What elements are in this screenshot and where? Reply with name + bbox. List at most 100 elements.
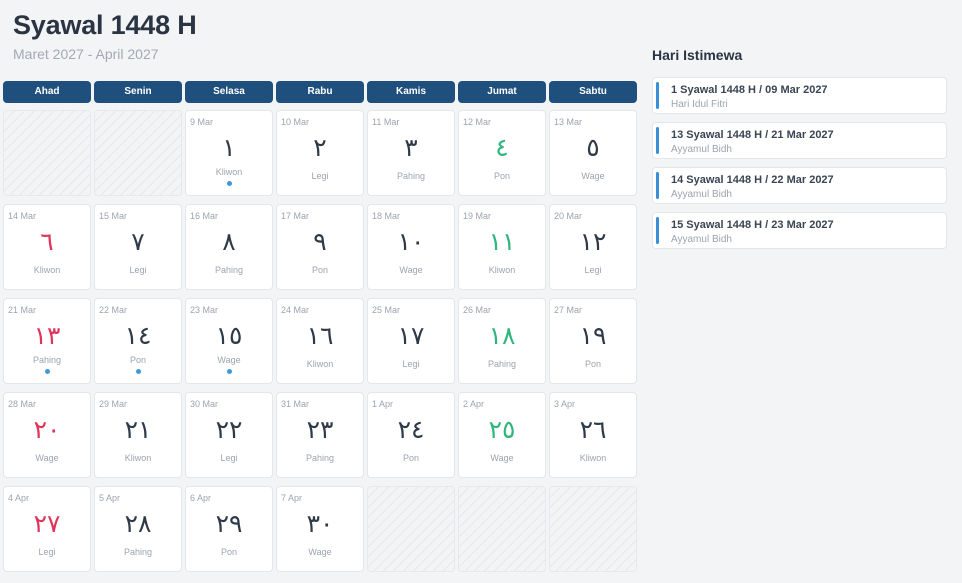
event-accent-bar	[656, 127, 659, 154]
pasaran-label: Pon	[311, 265, 328, 275]
pasaran-label: Pon	[129, 355, 146, 365]
day-cell[interactable]: 1 Apr ٢٤ Pon	[367, 392, 455, 478]
pasaran-label: Wage	[217, 355, 241, 365]
day-cell[interactable]: 15 Mar ٧ Legi	[94, 204, 182, 290]
day-cell[interactable]: 29 Mar ٢١ Kliwon	[94, 392, 182, 478]
special-day-name: Ayyamul Bidh	[671, 144, 732, 155]
special-day-date: 13 Syawal 1448 H / 21 Mar 2027	[671, 129, 834, 141]
special-days-title: Hari Istimewa	[652, 47, 743, 63]
day-cell[interactable]: 6 Apr ٢٩ Pon	[185, 486, 273, 572]
day-cell[interactable]: 12 Mar ٤ Pon	[458, 110, 546, 196]
day-cell[interactable]: 28 Mar ٢٠ Wage	[3, 392, 91, 478]
hijri-day-number: ١	[222, 133, 236, 162]
pasaran-label: Kliwon	[124, 453, 152, 463]
day-cell[interactable]: 4 Apr ٢٧ Legi	[3, 486, 91, 572]
pasaran-label: Legi	[311, 171, 329, 181]
pasaran-label: Pahing	[487, 359, 517, 369]
day-cell[interactable]: 2 Apr ٢٥ Wage	[458, 392, 546, 478]
gregorian-date: 1 Apr	[372, 399, 394, 409]
special-day-item[interactable]: 13 Syawal 1448 H / 21 Mar 2027 Ayyamul Bi…	[652, 122, 947, 159]
gregorian-date: 27 Mar	[554, 305, 583, 315]
day-cell[interactable]: 31 Mar ٢٣ Pahing	[276, 392, 364, 478]
hijri-day-number: ١٣	[33, 321, 61, 350]
day-cell[interactable]: 11 Mar ٣ Pahing	[367, 110, 455, 196]
gregorian-date: 17 Mar	[281, 211, 310, 221]
hijri-day-number: ٢٥	[488, 415, 516, 444]
pasaran-label: Wage	[399, 265, 423, 275]
gregorian-date: 21 Mar	[8, 305, 37, 315]
gregorian-date: 9 Mar	[190, 117, 214, 127]
hijri-day-number: ٢	[313, 133, 327, 162]
day-cell[interactable]: 26 Mar ١٨ Pahing	[458, 298, 546, 384]
day-cell[interactable]: 14 Mar ٦ Kliwon	[3, 204, 91, 290]
day-cell[interactable]: 13 Mar ٥ Wage	[549, 110, 637, 196]
pasaran-label: Pon	[402, 453, 419, 463]
pasaran-label: Wage	[581, 171, 605, 181]
hijri-day-number: ٢٦	[579, 415, 607, 444]
weekday-header-ahad: Ahad	[3, 81, 91, 103]
day-cell[interactable]: 23 Mar ١٥ Wage	[185, 298, 273, 384]
empty-day-cell	[3, 110, 91, 196]
day-cell[interactable]: 19 Mar ١١ Kliwon	[458, 204, 546, 290]
special-day-date: 15 Syawal 1448 H / 23 Mar 2027	[671, 219, 834, 231]
pasaran-label: Legi	[38, 547, 56, 557]
day-cell[interactable]: 22 Mar ١٤ Pon	[94, 298, 182, 384]
pasaran-label: Wage	[490, 453, 514, 463]
pasaran-label: Legi	[220, 453, 238, 463]
empty-day-cell	[367, 486, 455, 572]
empty-day-cell	[549, 486, 637, 572]
special-day-name: Ayyamul Bidh	[671, 234, 732, 245]
day-cell[interactable]: 10 Mar ٢ Legi	[276, 110, 364, 196]
pasaran-label: Kliwon	[215, 167, 243, 177]
hijri-day-number: ١٠	[397, 227, 425, 256]
weekday-header-sabtu: Sabtu	[549, 81, 637, 103]
day-cell[interactable]: 24 Mar ١٦ Kliwon	[276, 298, 364, 384]
day-cell[interactable]: 17 Mar ٩ Pon	[276, 204, 364, 290]
gregorian-date: 30 Mar	[190, 399, 219, 409]
hijri-day-number: ٨	[222, 227, 236, 256]
day-cell[interactable]: 21 Mar ١٣ Pahing	[3, 298, 91, 384]
gregorian-date: 20 Mar	[554, 211, 583, 221]
event-dot-icon	[227, 181, 232, 186]
special-day-item[interactable]: 1 Syawal 1448 H / 09 Mar 2027 Hari Idul F…	[652, 77, 947, 114]
pasaran-label: Kliwon	[579, 453, 607, 463]
gregorian-date: 22 Mar	[99, 305, 128, 315]
hijri-day-number: ٢٧	[33, 509, 61, 538]
event-dot-icon	[45, 369, 50, 374]
special-day-item[interactable]: 14 Syawal 1448 H / 22 Mar 2027 Ayyamul Bi…	[652, 167, 947, 204]
day-cell[interactable]: 16 Mar ٨ Pahing	[185, 204, 273, 290]
pasaran-label: Pon	[493, 171, 510, 181]
special-day-date: 14 Syawal 1448 H / 22 Mar 2027	[671, 174, 834, 186]
gregorian-date: 3 Apr	[554, 399, 576, 409]
day-cell[interactable]: 20 Mar ١٢ Legi	[549, 204, 637, 290]
pasaran-label: Pon	[220, 547, 237, 557]
day-cell[interactable]: 18 Mar ١٠ Wage	[367, 204, 455, 290]
hijri-day-number: ١٦	[306, 321, 334, 350]
hijri-day-number: ٢٠	[33, 415, 61, 444]
hijri-day-number: ١٧	[397, 321, 425, 350]
special-day-item[interactable]: 15 Syawal 1448 H / 23 Mar 2027 Ayyamul Bi…	[652, 212, 947, 249]
empty-day-cell	[94, 110, 182, 196]
event-accent-bar	[656, 217, 659, 244]
gregorian-date: 12 Mar	[463, 117, 492, 127]
page-subtitle: Maret 2027 - April 2027	[13, 46, 159, 62]
day-cell[interactable]: 30 Mar ٢٢ Legi	[185, 392, 273, 478]
day-cell[interactable]: 5 Apr ٢٨ Pahing	[94, 486, 182, 572]
gregorian-date: 5 Apr	[99, 493, 121, 503]
pasaran-label: Wage	[308, 547, 332, 557]
pasaran-label: Pahing	[123, 547, 153, 557]
pasaran-label: Pahing	[396, 171, 426, 181]
hijri-day-number: ٢١	[124, 415, 152, 444]
day-cell[interactable]: 9 Mar ١ Kliwon	[185, 110, 273, 196]
hijri-day-number: ٦	[40, 227, 54, 256]
day-cell[interactable]: 3 Apr ٢٦ Kliwon	[549, 392, 637, 478]
day-cell[interactable]: 25 Mar ١٧ Legi	[367, 298, 455, 384]
pasaran-label: Wage	[35, 453, 59, 463]
gregorian-date: 19 Mar	[463, 211, 492, 221]
day-cell[interactable]: 27 Mar ١٩ Pon	[549, 298, 637, 384]
hijri-day-number: ١٥	[215, 321, 243, 350]
day-cell[interactable]: 7 Apr ٣٠ Wage	[276, 486, 364, 572]
hijri-day-number: ١٢	[579, 227, 607, 256]
gregorian-date: 24 Mar	[281, 305, 310, 315]
hijri-day-number: ٧	[131, 227, 145, 256]
